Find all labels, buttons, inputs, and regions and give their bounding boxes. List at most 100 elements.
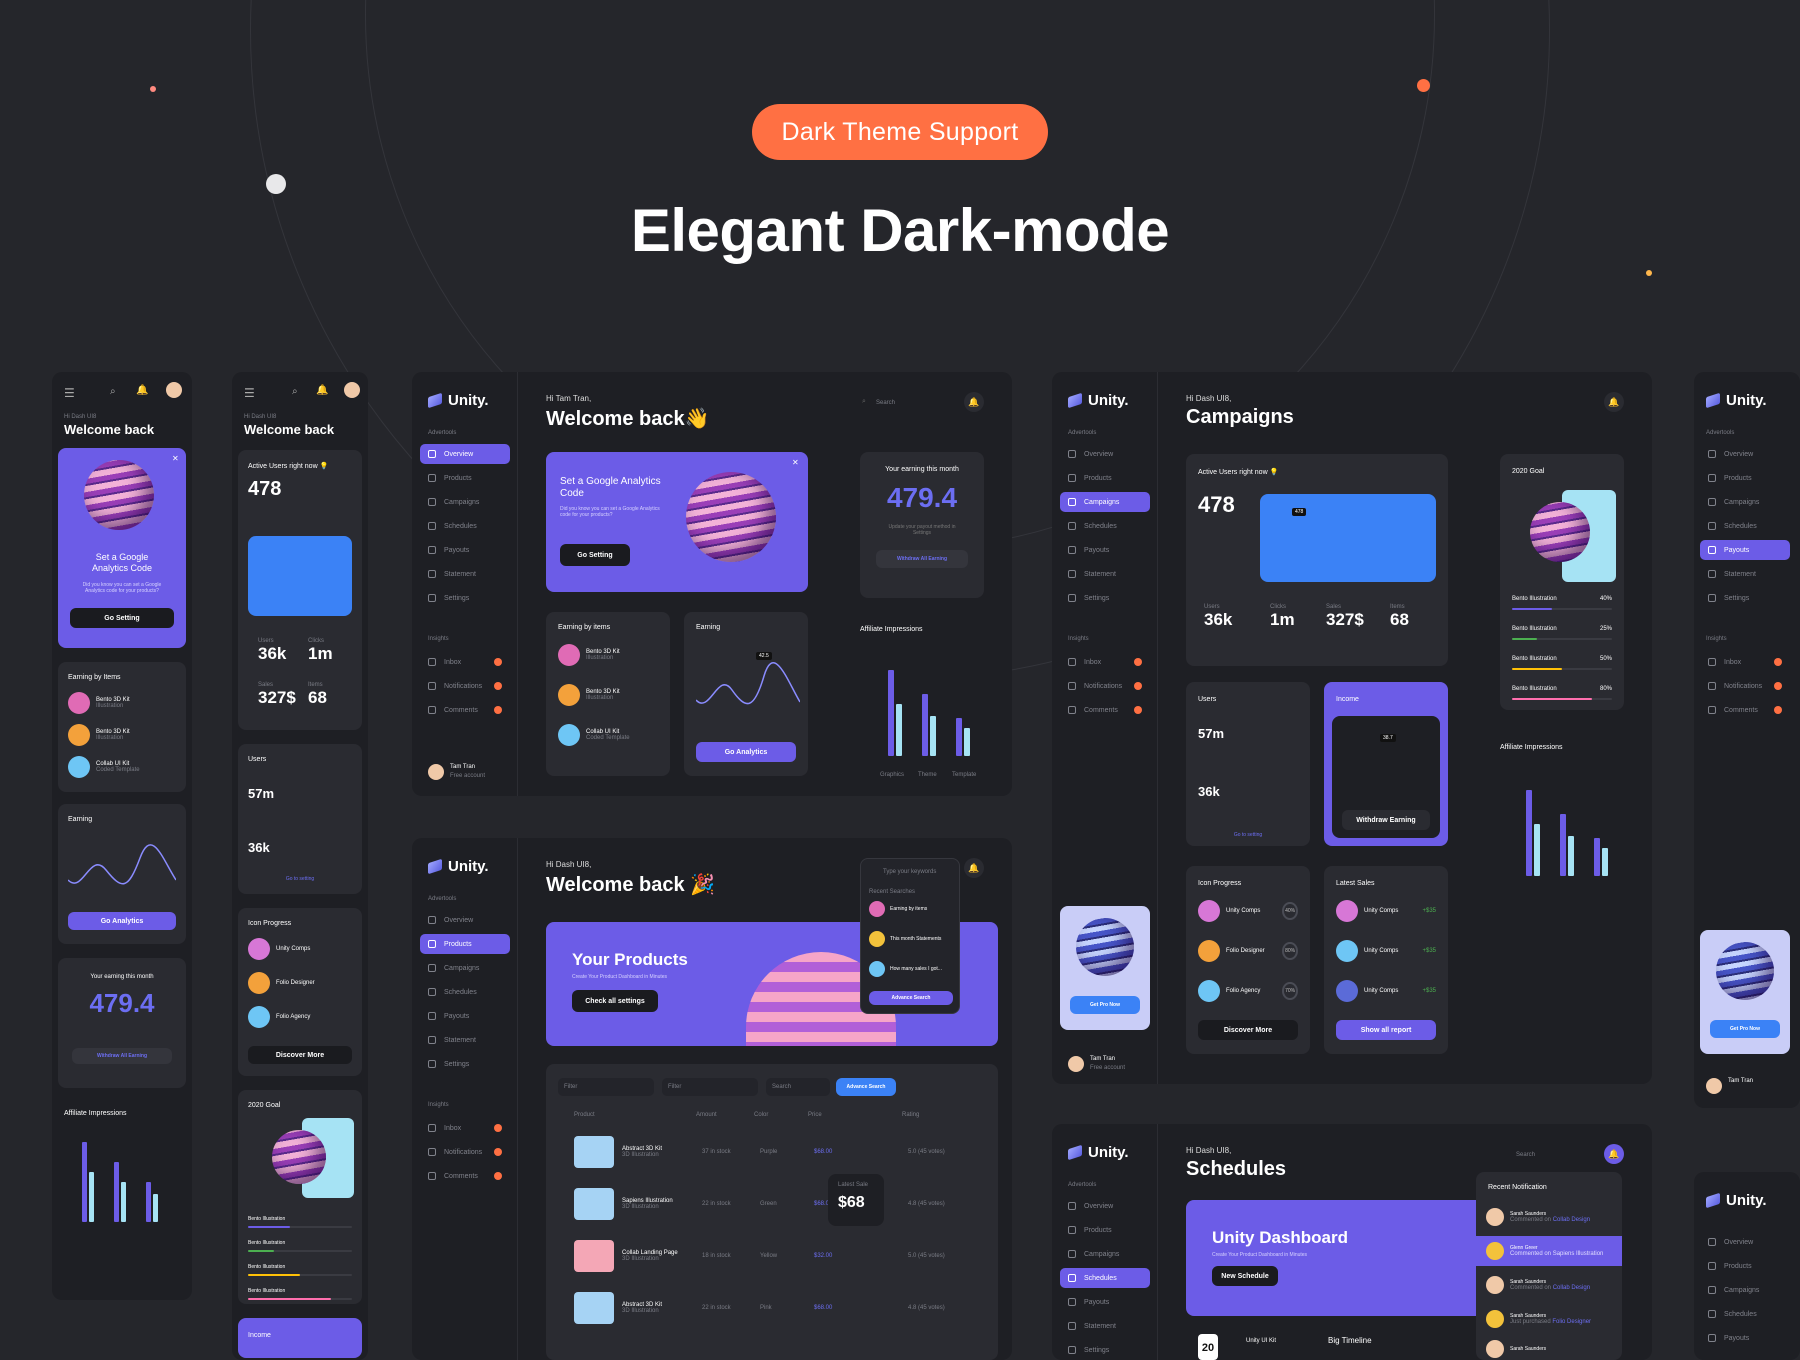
avatar[interactable] bbox=[428, 764, 444, 780]
table-row[interactable]: Abstract 3D Kit 3D Illustration 37 in stoc… bbox=[546, 1134, 998, 1170]
withdraw-earning-button[interactable]: Withdraw Earning bbox=[1342, 810, 1430, 830]
go-analytics-button[interactable]: Go Analytics bbox=[696, 742, 796, 762]
go-setting-button[interactable]: Go Setting bbox=[560, 544, 630, 566]
sidebar-item-payouts[interactable]: Payouts bbox=[1700, 540, 1790, 560]
sidebar-item-settings[interactable]: Settings bbox=[420, 1054, 510, 1074]
get-pro-button[interactable]: Get Pro Now bbox=[1070, 996, 1140, 1014]
get-pro-button[interactable]: Get Pro Now bbox=[1710, 1020, 1780, 1038]
list-item[interactable]: Bento 3D Kit Illustration bbox=[546, 684, 670, 706]
sidebar-item-overview[interactable]: Overview bbox=[1060, 444, 1150, 464]
search-icon[interactable]: ⌕ bbox=[110, 386, 116, 397]
sidebar-item-products[interactable]: Products bbox=[1700, 468, 1790, 488]
sidebar-item-campaigns[interactable]: Campaigns bbox=[1700, 492, 1790, 512]
sidebar-item-products[interactable]: Products bbox=[1700, 1256, 1790, 1276]
avatar[interactable] bbox=[1068, 1056, 1084, 1072]
brand-logo[interactable]: Unity. bbox=[428, 858, 489, 875]
go-to-setting-link[interactable]: Go to setting bbox=[238, 876, 362, 882]
list-item[interactable]: Bento 3D Kit Illustration bbox=[58, 724, 186, 746]
bell-icon[interactable]: 🔔 bbox=[964, 392, 984, 412]
sidebar-item-payouts[interactable]: Payouts bbox=[420, 1006, 510, 1026]
sidebar-item-statement[interactable]: Statement bbox=[1060, 564, 1150, 584]
notification-item[interactable]: Sarah Saunders Commented on Collab Design bbox=[1476, 1270, 1622, 1300]
list-item[interactable]: Folio Agency 70% bbox=[1186, 980, 1310, 1002]
list-item[interactable]: Bento 3D Kit Illustration bbox=[58, 692, 186, 714]
withdraw-button[interactable]: Withdraw All Earning bbox=[72, 1048, 172, 1064]
brand-logo[interactable]: Unity. bbox=[1706, 1192, 1767, 1209]
filter-select[interactable]: Filter bbox=[662, 1078, 758, 1096]
notification-item[interactable]: Glenn Greer Commented on Sapiens Illustra… bbox=[1476, 1236, 1622, 1266]
go-analytics-button[interactable]: Go Analytics bbox=[68, 912, 176, 930]
brand-logo[interactable]: Unity. bbox=[1706, 392, 1767, 409]
sidebar-item-overview[interactable]: Overview bbox=[1700, 444, 1790, 464]
schedule-item[interactable]: Unity UI Kit bbox=[1246, 1338, 1276, 1344]
avatar[interactable] bbox=[1706, 1078, 1722, 1094]
sidebar-item-products[interactable]: Products bbox=[1060, 1220, 1150, 1240]
notification-item[interactable]: Sarah Saunders Commented on Collab Design bbox=[1476, 1202, 1622, 1232]
sidebar-item-schedules[interactable]: Schedules bbox=[1060, 516, 1150, 536]
new-schedule-button[interactable]: New Schedule bbox=[1212, 1266, 1278, 1286]
table-row[interactable]: Collab Landing Page 3D Illustration 18 in … bbox=[546, 1238, 998, 1274]
avatar[interactable] bbox=[166, 382, 182, 398]
sidebar-item-inbox[interactable]: Inbox bbox=[420, 1118, 510, 1138]
sidebar-item-campaigns[interactable]: Campaigns bbox=[420, 958, 510, 978]
recent-search-item[interactable]: This month Statements bbox=[861, 931, 959, 947]
list-item[interactable]: Unity Comps +$35 bbox=[1324, 940, 1448, 962]
search-icon[interactable]: ⌕ bbox=[862, 398, 866, 406]
sidebar-item-payouts[interactable]: Payouts bbox=[1060, 1292, 1150, 1312]
sidebar-item-settings[interactable]: Settings bbox=[1060, 588, 1150, 608]
list-item[interactable]: Bento 3D Kit Illustration bbox=[546, 644, 670, 666]
sidebar-item-settings[interactable]: Settings bbox=[1700, 588, 1790, 608]
sidebar-item-products[interactable]: Products bbox=[1060, 468, 1150, 488]
sidebar-item-notifications[interactable]: Notifications bbox=[1060, 676, 1150, 696]
brand-logo[interactable]: Unity. bbox=[428, 392, 489, 409]
sidebar-item-inbox[interactable]: Inbox bbox=[1060, 652, 1150, 672]
list-item[interactable]: Folio Designer bbox=[238, 972, 362, 994]
sidebar-item-products[interactable]: Products bbox=[420, 468, 510, 488]
recent-search-item[interactable]: Earning by items bbox=[861, 901, 959, 917]
table-row[interactable]: Abstract 3D Kit 3D Illustration 22 in stoc… bbox=[546, 1290, 998, 1326]
sidebar-item-notifications[interactable]: Notifications bbox=[420, 1142, 510, 1162]
bell-icon[interactable]: 🔔 bbox=[1604, 392, 1624, 412]
bell-icon[interactable]: 🔔 bbox=[1604, 1144, 1624, 1164]
sidebar-item-comments[interactable]: Comments bbox=[1700, 700, 1790, 720]
filter-select[interactable]: Filter bbox=[558, 1078, 654, 1096]
bell-icon[interactable]: 🔔 bbox=[136, 385, 148, 396]
sidebar-item-campaigns[interactable]: Campaigns bbox=[420, 492, 510, 512]
sidebar-item-overview[interactable]: Overview bbox=[1060, 1196, 1150, 1216]
list-item[interactable]: Collab UI Kit Coded Template bbox=[546, 724, 670, 746]
table-row[interactable]: Sapiens Illustration 3D Illustration 22 in… bbox=[546, 1186, 998, 1222]
notification-item[interactable]: Sarah Saunders Just purchased Folio Desig… bbox=[1476, 1304, 1622, 1334]
sidebar-item-overview[interactable]: Overview bbox=[1700, 1232, 1790, 1252]
sidebar-item-payouts[interactable]: Payouts bbox=[1700, 1328, 1790, 1348]
check-settings-button[interactable]: Check all settings bbox=[572, 990, 658, 1012]
sidebar-item-payouts[interactable]: Payouts bbox=[420, 540, 510, 560]
list-item[interactable]: Unity Comps 40% bbox=[1186, 900, 1310, 922]
bell-icon[interactable]: 🔔 bbox=[964, 858, 984, 878]
sidebar-item-products[interactable]: Products bbox=[420, 934, 510, 954]
close-icon[interactable]: ✕ bbox=[792, 458, 799, 467]
sidebar-item-schedules[interactable]: Schedules bbox=[1060, 1268, 1150, 1288]
search-icon[interactable]: ⌕ bbox=[292, 386, 298, 397]
withdraw-button[interactable]: Withdraw All Earning bbox=[876, 550, 968, 568]
list-item[interactable]: Folio Agency bbox=[238, 1006, 362, 1028]
menu-icon[interactable]: ☰ bbox=[244, 386, 255, 400]
close-icon[interactable]: ✕ bbox=[172, 454, 179, 463]
sidebar-item-inbox[interactable]: Inbox bbox=[420, 652, 510, 672]
sidebar-item-comments[interactable]: Comments bbox=[420, 700, 510, 720]
sidebar-item-schedules[interactable]: Schedules bbox=[1700, 516, 1790, 536]
sidebar-item-overview[interactable]: Overview bbox=[420, 910, 510, 930]
sidebar-item-statement[interactable]: Statement bbox=[1060, 1316, 1150, 1336]
sidebar-item-notifications[interactable]: Notifications bbox=[420, 676, 510, 696]
search-input[interactable]: Search bbox=[1516, 1152, 1535, 1158]
notification-item[interactable]: Sarah Saunders bbox=[1476, 1338, 1622, 1360]
sidebar-item-notifications[interactable]: Notifications bbox=[1700, 676, 1790, 696]
sidebar-item-campaigns[interactable]: Campaigns bbox=[1700, 1280, 1790, 1300]
advance-search-button[interactable]: Advance Search bbox=[836, 1078, 896, 1096]
list-item[interactable]: Folio Designer 80% bbox=[1186, 940, 1310, 962]
advance-search-button[interactable]: Advance Search bbox=[869, 991, 953, 1005]
show-report-button[interactable]: Show all report bbox=[1336, 1020, 1436, 1040]
brand-logo[interactable]: Unity. bbox=[1068, 392, 1129, 409]
discover-more-button[interactable]: Discover More bbox=[1198, 1020, 1298, 1040]
bell-icon[interactable]: 🔔 bbox=[316, 385, 328, 396]
search-input[interactable]: Search bbox=[876, 400, 895, 406]
